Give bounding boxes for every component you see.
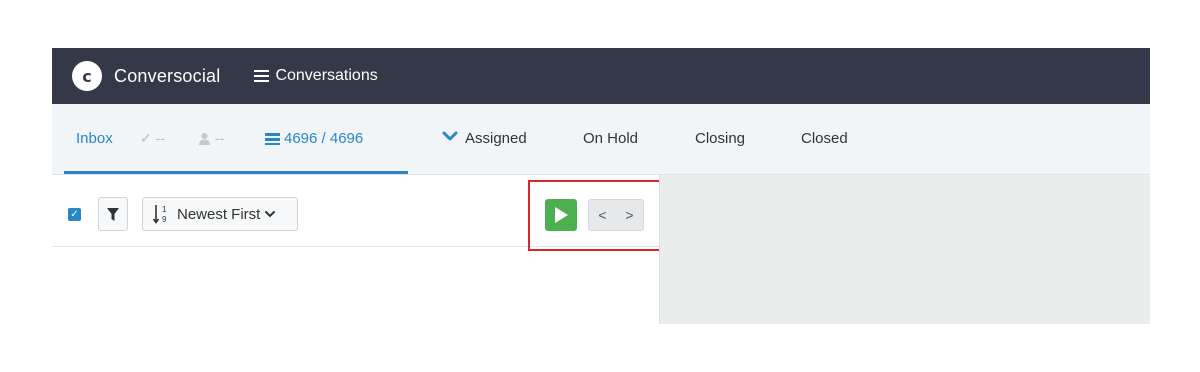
top-nav-bar: c Conversocial Conversations [52,48,1150,104]
brand-name: Conversocial [114,65,221,86]
conversation-detail-pane [660,175,1150,324]
logo-letter: c [82,66,92,86]
active-tab-underline [64,171,408,174]
sort-label: Newest First [177,205,261,223]
select-all-checkbox[interactable]: ✓ [68,208,81,221]
assigned-user-stat: -- [198,130,224,146]
tab-assigned[interactable]: Assigned [465,130,527,147]
svg-text:9: 9 [162,215,167,224]
tab-closing[interactable]: Closing [695,130,745,147]
tab-inbox[interactable]: Inbox [76,130,113,147]
checked-stat: ✓ -- [140,130,165,146]
tab-closed[interactable]: Closed [801,130,848,147]
nav-conversations-label: Conversations [275,67,378,84]
filter-button[interactable] [98,197,128,231]
conversocial-logo-icon[interactable]: c [72,61,102,91]
tab-on-hold[interactable]: On Hold [583,130,638,147]
sort-numeric-icon: 1 9 [153,204,171,224]
svg-text:1: 1 [162,205,167,214]
highlight-box [528,180,662,251]
filter-icon [107,207,119,221]
nav-conversations[interactable]: Conversations [254,67,378,85]
chevron-down-icon [265,211,276,218]
filter-tab-strip: Inbox ✓ -- -- 4696 / 4696 Assigned On Ho… [52,104,1150,175]
sort-dropdown[interactable]: 1 9 Newest First [142,197,298,231]
user-icon [199,132,210,145]
user-stat-label: -- [215,130,225,146]
count-label: 4696 / 4696 [284,130,364,147]
list-icon [254,70,270,82]
list-icon [265,132,280,145]
conversation-count[interactable]: 4696 / 4696 [265,130,363,147]
chevron-down-icon[interactable] [440,126,460,146]
